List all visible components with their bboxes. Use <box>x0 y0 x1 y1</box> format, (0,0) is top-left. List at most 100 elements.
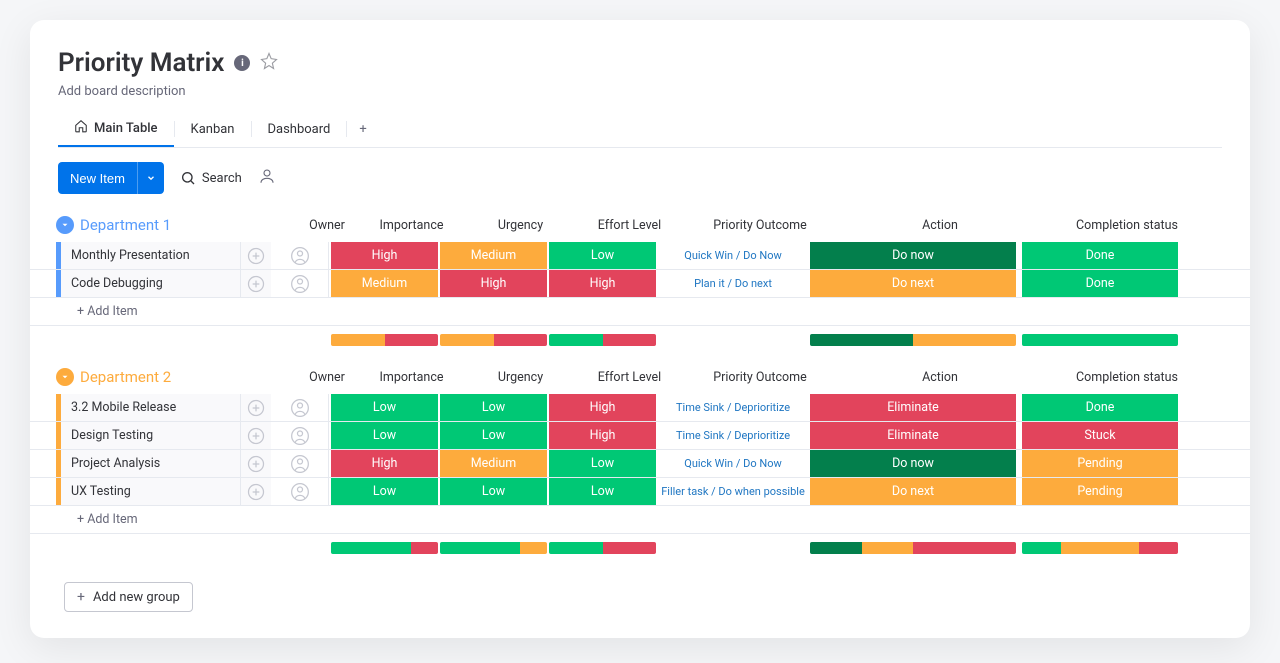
group-collapse-icon[interactable] <box>56 368 74 386</box>
effort-cell[interactable]: Low <box>549 478 656 505</box>
star-icon[interactable] <box>260 52 278 74</box>
item-name[interactable]: Design Testing <box>61 422 241 449</box>
add-update-icon[interactable] <box>241 394 271 421</box>
effort-cell[interactable]: High <box>549 394 656 421</box>
summary-row <box>30 334 1250 346</box>
add-update-icon[interactable] <box>241 270 271 297</box>
summary-cell <box>810 542 1016 554</box>
column-header[interactable]: Action <box>837 218 1043 233</box>
priority-outcome-cell[interactable]: Time Sink / Deprioritize <box>658 394 808 421</box>
column-header[interactable]: Priority Outcome <box>685 370 835 385</box>
column-header[interactable]: Urgency <box>467 370 574 385</box>
chevron-down-icon[interactable] <box>137 162 164 194</box>
summary-cell <box>440 334 547 346</box>
add-item-row[interactable]: + Add Item <box>30 298 1250 326</box>
column-header[interactable]: Action <box>837 370 1043 385</box>
add-update-icon[interactable] <box>241 422 271 449</box>
action-cell[interactable]: Do now <box>810 450 1016 477</box>
importance-cell[interactable]: Low <box>331 478 438 505</box>
action-cell[interactable]: Do next <box>810 478 1016 505</box>
table-row[interactable]: Monthly Presentation HighMediumLowQuick W… <box>30 242 1250 270</box>
search-button[interactable]: Search <box>180 170 242 186</box>
add-update-icon[interactable] <box>241 478 271 505</box>
column-header[interactable]: Priority Outcome <box>685 218 835 233</box>
column-header[interactable]: Importance <box>358 218 465 233</box>
owner-cell[interactable] <box>271 450 329 477</box>
urgency-cell[interactable]: High <box>440 270 547 297</box>
effort-cell[interactable]: High <box>549 270 656 297</box>
table-row[interactable]: Code DebuggingMediumHighHighPlan it / Do… <box>30 270 1250 298</box>
item-name[interactable]: Project Analysis <box>61 450 241 477</box>
urgency-cell[interactable]: Low <box>440 478 547 505</box>
item-name[interactable]: Code Debugging <box>61 270 241 297</box>
board-description[interactable]: Add board description <box>58 84 1222 99</box>
add-group-label: Add new group <box>93 590 180 605</box>
completion-cell[interactable]: Stuck <box>1022 422 1178 449</box>
add-view-button[interactable]: + <box>347 114 378 145</box>
column-header[interactable]: Completion status <box>1049 370 1205 385</box>
importance-cell[interactable]: Low <box>331 422 438 449</box>
add-update-icon[interactable] <box>241 242 271 269</box>
column-header[interactable]: Urgency <box>467 218 574 233</box>
urgency-cell[interactable]: Low <box>440 422 547 449</box>
owner-cell[interactable] <box>271 394 329 421</box>
new-item-button[interactable]: New Item <box>58 162 164 194</box>
summary-cell <box>331 542 438 554</box>
effort-cell[interactable]: High <box>549 422 656 449</box>
urgency-cell[interactable]: Medium <box>440 242 547 269</box>
completion-cell[interactable]: Done <box>1022 242 1178 269</box>
action-cell[interactable]: Eliminate <box>810 394 1016 421</box>
add-update-icon[interactable] <box>241 450 271 477</box>
tab-kanban[interactable]: Kanban <box>175 114 251 145</box>
info-icon[interactable]: i <box>234 55 250 71</box>
column-header[interactable]: Effort Level <box>576 218 683 233</box>
add-group-button[interactable]: + Add new group <box>64 582 193 612</box>
group-title[interactable]: Department 2 <box>80 368 298 386</box>
table-row[interactable]: 3.2 Mobile ReleaseLowLowHighTime Sink / … <box>30 394 1250 422</box>
owner-cell[interactable] <box>271 478 329 505</box>
urgency-cell[interactable]: Low <box>440 394 547 421</box>
action-cell[interactable]: Do next <box>810 270 1016 297</box>
table-row[interactable]: UX TestingLowLowLowFiller task / Do when… <box>30 478 1250 506</box>
item-name[interactable]: 3.2 Mobile Release <box>61 394 241 421</box>
table-row[interactable]: Project Analysis HighMediumLowQuick Win /… <box>30 450 1250 478</box>
owner-cell[interactable] <box>271 242 329 269</box>
priority-outcome-cell[interactable]: Filler task / Do when possible <box>658 478 808 505</box>
new-item-label: New Item <box>58 162 137 194</box>
item-name[interactable]: UX Testing <box>61 478 241 505</box>
summary-cell <box>1022 334 1178 346</box>
tab-dashboard[interactable]: Dashboard <box>252 114 347 145</box>
table-row[interactable]: Design TestingLowLowHighTime Sink / Depr… <box>30 422 1250 450</box>
effort-cell[interactable]: Low <box>549 450 656 477</box>
group-collapse-icon[interactable] <box>56 216 74 234</box>
completion-cell[interactable]: Pending <box>1022 478 1178 505</box>
importance-cell[interactable]: Medium <box>331 270 438 297</box>
importance-cell[interactable]: Low <box>331 394 438 421</box>
column-header[interactable]: Effort Level <box>576 370 683 385</box>
group-title[interactable]: Department 1 <box>80 216 298 234</box>
column-header[interactable]: Owner <box>298 370 356 385</box>
importance-cell[interactable]: High <box>331 450 438 477</box>
completion-cell[interactable]: Done <box>1022 270 1178 297</box>
column-header[interactable]: Completion status <box>1049 218 1205 233</box>
priority-outcome-cell[interactable]: Quick Win / Do Now <box>658 242 808 269</box>
tab-main-table[interactable]: Main Table <box>58 111 174 147</box>
priority-outcome-cell[interactable]: Time Sink / Deprioritize <box>658 422 808 449</box>
owner-cell[interactable] <box>271 270 329 297</box>
column-header[interactable]: Importance <box>358 370 465 385</box>
owner-cell[interactable] <box>271 422 329 449</box>
action-cell[interactable]: Eliminate <box>810 422 1016 449</box>
completion-cell[interactable]: Done <box>1022 394 1178 421</box>
column-header[interactable]: Owner <box>298 218 356 233</box>
view-tabs: Main TableKanbanDashboard+ <box>58 111 1222 148</box>
item-name[interactable]: Monthly Presentation <box>61 242 241 269</box>
completion-cell[interactable]: Pending <box>1022 450 1178 477</box>
urgency-cell[interactable]: Medium <box>440 450 547 477</box>
priority-outcome-cell[interactable]: Quick Win / Do Now <box>658 450 808 477</box>
priority-outcome-cell[interactable]: Plan it / Do next <box>658 270 808 297</box>
person-filter-icon[interactable] <box>258 167 276 189</box>
add-item-row[interactable]: + Add Item <box>30 506 1250 534</box>
action-cell[interactable]: Do now <box>810 242 1016 269</box>
effort-cell[interactable]: Low <box>549 242 656 269</box>
importance-cell[interactable]: High <box>331 242 438 269</box>
